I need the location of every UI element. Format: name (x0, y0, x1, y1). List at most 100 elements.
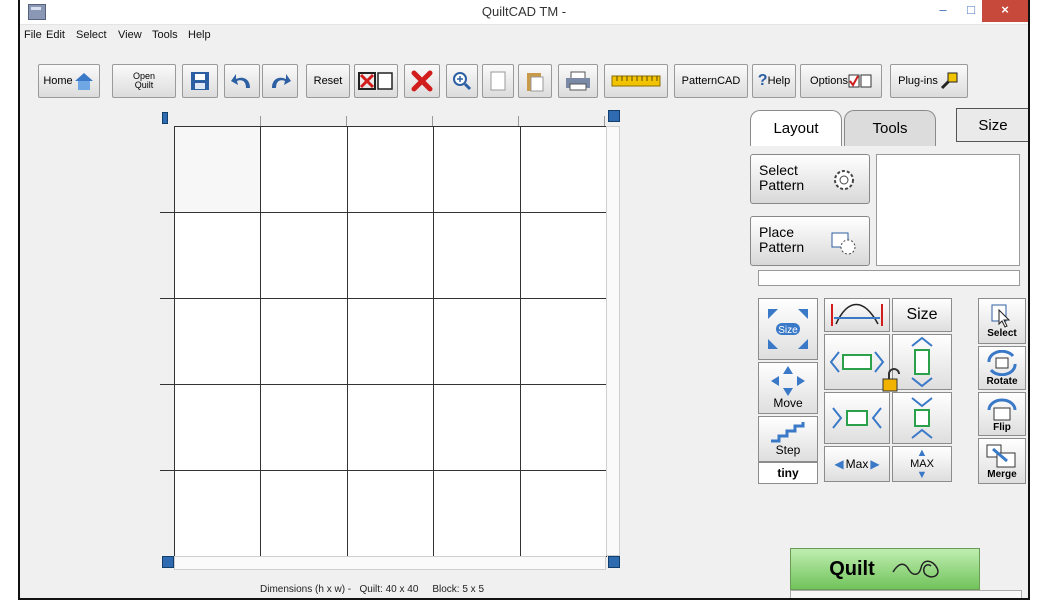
quilt-block[interactable] (434, 127, 521, 213)
quilt-block[interactable] (434, 299, 521, 385)
ruler-button[interactable] (604, 64, 668, 98)
place-pattern-label: Place Pattern (759, 224, 805, 255)
corner-handle-bottom-right[interactable] (608, 556, 620, 568)
quilt-block[interactable] (520, 213, 607, 299)
undo-button[interactable] (224, 64, 260, 98)
open-quilt-button[interactable]: Open Quilt (112, 64, 176, 98)
fit-width-button[interactable] (824, 298, 890, 332)
corner-handle-bottom-left[interactable] (162, 556, 174, 568)
ruler-mark (160, 470, 174, 471)
max-height-button[interactable]: ▲ MAX ▼ (892, 446, 952, 482)
quilt-block[interactable] (434, 213, 521, 299)
quilt-block[interactable] (175, 471, 262, 557)
save-button[interactable] (182, 64, 218, 98)
flip-icon (987, 398, 1017, 420)
quilt-block[interactable] (520, 385, 607, 471)
copy-button[interactable] (482, 64, 514, 98)
minimize-button[interactable]: – (928, 0, 958, 22)
shorten-button[interactable] (892, 392, 952, 444)
merge-label: Merge (987, 468, 1017, 480)
flip-button[interactable]: Flip (978, 392, 1026, 436)
help-label: Help (767, 75, 791, 87)
quilt-block[interactable] (175, 127, 262, 213)
zoom-button[interactable] (446, 64, 478, 98)
delete-button[interactable] (404, 64, 440, 98)
clear-selection-button[interactable] (354, 64, 398, 98)
step-button[interactable]: Step (758, 416, 818, 462)
quilt-block[interactable] (261, 127, 348, 213)
quilt-block[interactable] (175, 385, 262, 471)
help-button[interactable]: ? Help (752, 64, 796, 98)
print-button[interactable] (558, 64, 598, 98)
ruler-tick (260, 116, 261, 126)
quilt-block[interactable] (175, 299, 262, 385)
max-width-button[interactable]: ◀ Max ▶ (824, 446, 890, 482)
size-text-button[interactable]: Size (892, 298, 952, 332)
up-arrow-icon: ▲ (916, 446, 928, 459)
horizontal-scrollbar[interactable] (174, 556, 606, 570)
step-size-value[interactable]: tiny (758, 462, 818, 484)
options-button[interactable]: Options (800, 64, 882, 98)
ruler-tick (604, 116, 605, 126)
menu-edit[interactable]: Edit (46, 29, 65, 41)
select-tool-button[interactable]: Select (978, 298, 1026, 344)
dimensions-label: Dimensions (h x w) - (260, 584, 352, 595)
quilt-block[interactable] (261, 213, 348, 299)
vertical-scrollbar[interactable] (606, 126, 620, 556)
size-button[interactable]: Size (956, 108, 1028, 142)
narrow-button[interactable] (824, 392, 890, 444)
ruler-tick (518, 116, 519, 126)
ruler-mark (160, 212, 174, 213)
close-button[interactable]: × (982, 0, 1028, 22)
move-button[interactable]: Move (758, 362, 818, 414)
plugins-label: Plug-ins (898, 75, 938, 87)
merge-button[interactable]: Merge (978, 438, 1026, 484)
progress-bar (758, 270, 1020, 286)
quilt-block[interactable] (347, 127, 435, 213)
menu-file[interactable]: File (24, 29, 42, 41)
rotate-button[interactable]: Rotate (978, 346, 1026, 390)
right-arrow-icon: ▶ (870, 457, 880, 471)
place-pattern-button[interactable]: Place Pattern (750, 216, 870, 266)
size-arrows-button[interactable]: Size (758, 298, 818, 360)
quilt-block[interactable] (261, 385, 348, 471)
quilt-block[interactable] (347, 385, 435, 471)
quilt-block[interactable] (520, 299, 607, 385)
curve-arrow-icon (831, 303, 883, 326)
tab-tools[interactable]: Tools (844, 110, 936, 146)
quilt-block[interactable] (261, 299, 348, 385)
tab-layout[interactable]: Layout (750, 110, 842, 146)
home-button[interactable]: Home (38, 64, 100, 98)
quilt-block[interactable] (520, 471, 607, 557)
patterncad-button[interactable]: PatternCAD (674, 64, 748, 98)
lock-aspect-toggle[interactable] (880, 368, 906, 394)
select-pattern-button[interactable]: Select Pattern (750, 154, 870, 204)
quilt-block[interactable] (175, 213, 262, 299)
reset-button[interactable]: Reset (306, 64, 350, 98)
open-quilt-label: Open Quilt (132, 71, 156, 90)
quilt-grid[interactable] (174, 126, 607, 557)
quilt-block[interactable] (261, 471, 348, 557)
quilt-block[interactable] (434, 385, 521, 471)
menu-view[interactable]: View (118, 29, 142, 41)
quilt-block[interactable] (520, 127, 607, 213)
quilt-block[interactable] (347, 299, 435, 385)
menu-help[interactable]: Help (188, 29, 211, 41)
quilt-button[interactable]: Quilt (790, 548, 980, 590)
corner-handle-top-right[interactable] (608, 110, 620, 122)
redo-button[interactable] (262, 64, 298, 98)
quilt-label: Quilt (829, 557, 875, 580)
paste-button[interactable] (518, 64, 552, 98)
toolbar: Home Open Quilt Reset PatternCAD ? Help … (20, 64, 1028, 100)
down-arrow-icon: ▼ (916, 468, 928, 481)
quilt-block[interactable] (347, 213, 435, 299)
quilt-block[interactable] (434, 471, 521, 557)
ruler-marker[interactable] (162, 112, 168, 124)
menu-select[interactable]: Select (76, 29, 107, 41)
menu-tools[interactable]: Tools (152, 29, 178, 41)
printer-icon (566, 71, 590, 91)
quilt-block[interactable] (347, 471, 435, 557)
plugins-button[interactable]: Plug-ins (890, 64, 968, 98)
place-gear-icon (831, 232, 856, 255)
quilt-canvas-area: Dimensions (h x w) - Quilt: 40 x 40 Bloc… (20, 104, 750, 598)
